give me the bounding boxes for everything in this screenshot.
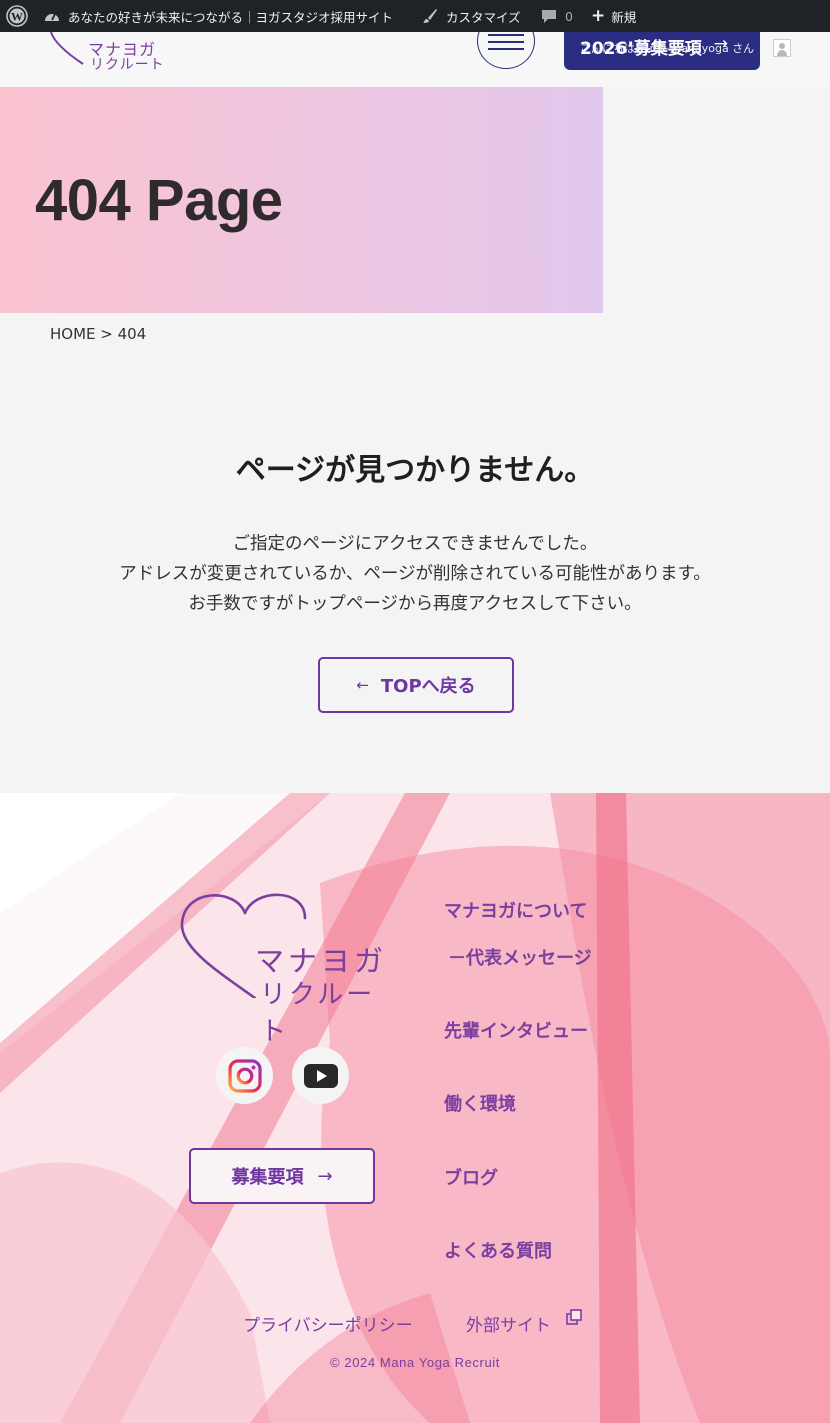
footer-nav-environment[interactable]: 働く環境	[444, 1090, 516, 1116]
brush-icon	[423, 9, 437, 23]
plus-icon: +	[591, 6, 606, 26]
footer-nav-faq[interactable]: よくある質問	[444, 1237, 552, 1263]
wordpress-icon: W	[6, 5, 28, 27]
page-title: 404 Page	[35, 168, 283, 233]
footer-nav-message[interactable]: －代表メッセージ	[448, 944, 592, 970]
wordpress-menu[interactable]: W	[6, 0, 28, 32]
admin-site-title: あなたの好きが未来につながる｜ヨガスタジオ採用サイト	[68, 9, 394, 25]
footer-recruit-button[interactable]: 募集要項 →	[189, 1148, 375, 1204]
privacy-policy-link[interactable]: プライバシーポリシー	[243, 1311, 413, 1336]
comment-icon	[542, 10, 556, 23]
arrow-right-icon: →	[317, 1165, 333, 1187]
footer-nav-blog[interactable]: ブログ	[444, 1164, 498, 1190]
instagram-link[interactable]	[216, 1047, 273, 1104]
admin-bar: W あなたの好きが未来につながる｜ヨガスタジオ採用サイト カスタマイズ 0 + …	[0, 0, 830, 32]
hamburger-line	[488, 41, 524, 43]
footer-watercolor-background	[0, 793, 830, 1423]
copyright: © 2024 Mana Yoga Recruit	[330, 1355, 500, 1370]
youtube-icon	[303, 1063, 338, 1088]
svg-text:W: W	[11, 10, 23, 24]
breadcrumb-current: 404	[117, 325, 147, 343]
avatar-icon[interactable]	[773, 39, 791, 57]
breadcrumb: HOME > 404	[50, 325, 146, 343]
notfound-line: お手数ですがトップページから再度アクセスして下さい。	[188, 594, 642, 614]
youtube-link[interactable]	[292, 1047, 349, 1104]
footer-logo-line2: リクルート	[260, 980, 376, 1047]
notfound-line: アドレスが変更されているか、ページが削除されている可能性があります。	[119, 564, 711, 584]
admin-new-link[interactable]: + 新規	[591, 0, 636, 32]
dashboard-icon	[45, 13, 59, 21]
footer-recruit-label: 募集要項	[231, 1167, 304, 1188]
external-site-link[interactable]: 外部サイト	[466, 1309, 583, 1336]
admin-comment-count: 0	[565, 8, 573, 24]
page-hero: 404 Page	[0, 87, 603, 313]
admin-howdy[interactable]: こんにちは、 mk-manayoga さん	[580, 40, 754, 56]
admin-site-link[interactable]: あなたの好きが未来につながる｜ヨガスタジオ採用サイト	[43, 0, 393, 32]
external-site-label: 外部サイト	[466, 1316, 551, 1336]
arrow-left-icon: ←	[356, 676, 369, 694]
hamburger-line	[488, 48, 524, 50]
site-footer: マナヨガ リクルート 募集要項 → マナヨガについて －代表メッセージ 先輩イン…	[0, 793, 830, 1423]
footer-logo[interactable]: マナヨガ リクルート	[180, 888, 400, 1047]
breadcrumb-separator: >	[95, 325, 118, 343]
back-to-top-label: TOPへ戻る	[380, 676, 476, 697]
footer-nav-about[interactable]: マナヨガについて	[444, 897, 587, 923]
logo-line2: リクルート	[90, 57, 165, 73]
instagram-icon	[227, 1058, 262, 1093]
admin-customize-link[interactable]: カスタマイズ	[422, 0, 521, 32]
footer-nav-interview[interactable]: 先輩インタビュー	[444, 1017, 588, 1043]
admin-comments-link[interactable]: 0	[541, 0, 573, 32]
notfound-heading: ページが見つかりません。	[235, 453, 595, 488]
breadcrumb-home[interactable]: HOME	[50, 325, 96, 343]
external-link-icon	[566, 1309, 583, 1325]
notfound-message: ご指定のページにアクセスできませんでした。 アドレスが変更されているか、ページが…	[0, 529, 830, 619]
site-logo[interactable]: マナヨガ リクルート	[48, 32, 168, 74]
notfound-line: ご指定のページにアクセスできませんでした。	[232, 534, 598, 554]
hamburger-icon	[488, 34, 524, 36]
back-to-top-button[interactable]: ← TOPへ戻る	[318, 657, 514, 713]
admin-new-label: 新規	[611, 9, 637, 25]
admin-customize-label: カスタマイズ	[446, 9, 521, 25]
